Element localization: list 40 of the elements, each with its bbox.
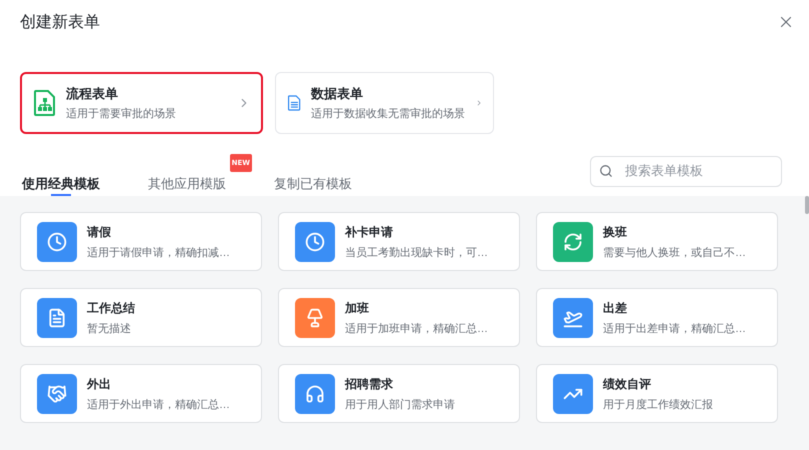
template-title: 加班 [345, 300, 370, 316]
form-type-card[interactable]: 流程表单 适用于需要审批的场景 [20, 72, 263, 134]
template-card[interactable]: 出差 适用于出差申请，精确汇总… [536, 288, 778, 347]
template-card[interactable]: 招聘需求 用于用人部门需求申请 [278, 364, 520, 423]
template-description: 暂无描述 [87, 322, 132, 336]
template-title: 工作总结 [87, 300, 135, 316]
template-description: 适用于出差申请，精确汇总… [603, 322, 746, 336]
template-card[interactable]: 外出 适用于外出申请，精确汇总… [20, 364, 262, 423]
template-card[interactable]: 换班 需要与他人换班，或自己不… [536, 212, 778, 271]
template-card[interactable]: 工作总结 暂无描述 [20, 288, 262, 347]
form-type-description: 适用于数据收集无需审批的场景 [310, 106, 465, 121]
template-description: 用于用人部门需求申请 [345, 398, 455, 412]
template-title: 招聘需求 [345, 376, 394, 392]
template-title: 绩效自评 [603, 376, 652, 392]
template-description: 适用于外出申请，精确汇总… [87, 398, 230, 412]
flowchart-document-icon [34, 90, 56, 116]
template-title: 补卡申请 [345, 224, 394, 240]
template-card[interactable]: 加班 适用于加班申请，精确汇总… [278, 288, 520, 347]
search-icon [599, 164, 613, 178]
search-field[interactable]: 搜索表单模板 [590, 156, 782, 186]
template-description: 用于月度工作绩效汇报 [603, 398, 713, 412]
form-type-card[interactable]: 数据表单 适用于数据收集无需审批的场景 [275, 72, 494, 134]
form-type-title: 数据表单 [310, 85, 364, 103]
template-description: 适用于请假申请，精确扣减… [87, 246, 230, 260]
tab[interactable]: 复制已有模板 [274, 162, 352, 196]
template-card[interactable]: 补卡申请 当员工考勤出现缺卡时，可… [278, 212, 520, 271]
template-title: 外出 [87, 376, 112, 392]
tab[interactable]: 使用经典模板 [22, 162, 100, 196]
template-description: 当员工考勤出现缺卡时，可… [345, 246, 488, 260]
template-title: 换班 [603, 224, 628, 240]
form-type-title: 流程表单 [66, 85, 119, 103]
scrollbar-thumb[interactable] [805, 196, 809, 214]
template-card[interactable]: 绩效自评 用于月度工作绩效汇报 [536, 364, 778, 423]
template-description: 适用于加班申请，精确汇总… [345, 322, 488, 336]
template-title: 请假 [87, 224, 112, 240]
template-card[interactable]: 请假 适用于请假申请，精确扣减… [20, 212, 262, 271]
template-description: 需要与他人换班，或自己不… [603, 246, 746, 260]
dialog-title: 创建新表单 [20, 12, 100, 32]
template-title: 出差 [603, 300, 628, 316]
form-type-description: 适用于需要审批的场景 [66, 106, 177, 121]
